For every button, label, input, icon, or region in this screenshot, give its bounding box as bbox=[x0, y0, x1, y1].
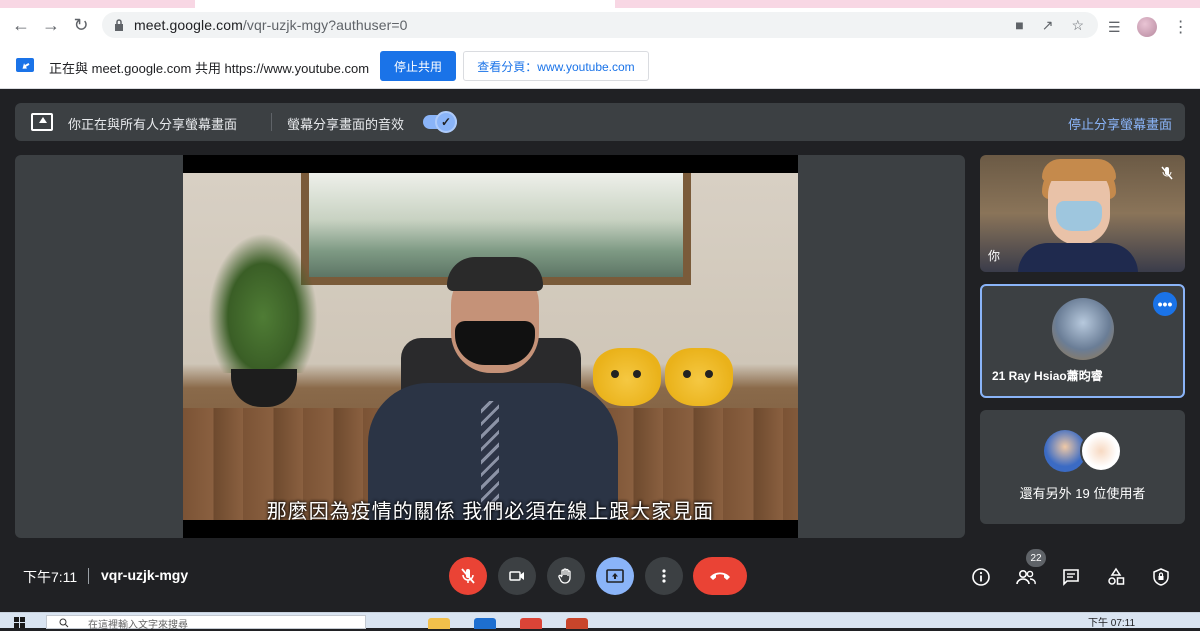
activities-icon bbox=[1108, 567, 1125, 585]
chat-icon bbox=[1063, 569, 1079, 586]
avatar bbox=[1080, 430, 1122, 472]
chrome-icon[interactable] bbox=[520, 618, 542, 629]
self-video-tile[interactable]: 你 bbox=[980, 155, 1185, 272]
stop-presenting-link[interactable]: 停止分享螢幕畫面 bbox=[1068, 114, 1172, 133]
host-controls-icon bbox=[1153, 568, 1169, 586]
share-audio-label: 螢幕分享畫面的音效 bbox=[287, 117, 405, 132]
speaker-hair bbox=[447, 257, 543, 291]
people-icon bbox=[1016, 569, 1036, 585]
file-explorer-icon[interactable] bbox=[428, 618, 450, 629]
tab-sharing-bar: 正在與 meet.google.com 共用 https://www.youtu… bbox=[0, 42, 1200, 89]
leave-call-button[interactable] bbox=[693, 557, 747, 595]
url-text: meet.google.com/vqr-uzjk-mgy?authuser=0 bbox=[134, 17, 408, 33]
checkmark-icon[interactable]: ✓ bbox=[435, 111, 457, 133]
host-controls-button[interactable] bbox=[1150, 566, 1172, 588]
avatar bbox=[1052, 298, 1114, 360]
divider bbox=[88, 568, 89, 584]
present-screen-icon bbox=[31, 113, 53, 131]
meeting-code: vqr-uzjk-mgy bbox=[101, 567, 189, 583]
mic-off-icon bbox=[461, 568, 475, 584]
media-control-icon[interactable]: ☰ bbox=[1108, 19, 1121, 36]
meeting-details-button[interactable] bbox=[970, 566, 992, 588]
url-host: meet.google.com bbox=[134, 17, 243, 33]
people-button[interactable] bbox=[1015, 566, 1037, 588]
self-mask bbox=[1056, 201, 1102, 231]
browser-toolbar: ← → ↻ meet.google.com/vqr-uzjk-mgy?authu… bbox=[0, 8, 1200, 42]
browser-tab-active[interactable] bbox=[195, 0, 615, 8]
edge-icon[interactable] bbox=[474, 618, 496, 629]
url-path: /vqr-uzjk-mgy?authuser=0 bbox=[242, 17, 408, 33]
plant-pot bbox=[231, 369, 297, 407]
back-icon[interactable]: ← bbox=[6, 10, 36, 40]
tiger-plush-right bbox=[665, 348, 733, 406]
address-bar[interactable]: meet.google.com/vqr-uzjk-mgy?authuser=0 … bbox=[102, 12, 1098, 38]
profile-avatar[interactable] bbox=[1136, 17, 1157, 37]
browser-menu-icon[interactable]: ⋮ bbox=[1173, 17, 1189, 37]
divider bbox=[271, 113, 272, 131]
windows-start-icon[interactable] bbox=[14, 617, 26, 629]
taskbar-search-placeholder: 在這裡輸入文字來搜尋 bbox=[88, 620, 188, 631]
shared-video[interactable]: 那麼因為疫情的關係 我們必須在線上跟大家見面 bbox=[183, 155, 798, 538]
stop-sharing-button[interactable]: 停止共用 bbox=[380, 51, 456, 81]
bookmark-star-icon[interactable]: ☆ bbox=[1071, 17, 1084, 34]
speaker-mask bbox=[455, 321, 535, 365]
more-options-button[interactable] bbox=[645, 557, 683, 595]
video-subtitle: 那麼因為疫情的關係 我們必須在線上跟大家見面 bbox=[266, 501, 715, 520]
meet-window: 你正在與所有人分享螢幕畫面 螢幕分享畫面的音效 ✓ 停止分享螢幕畫面 那麼因為疫… bbox=[0, 90, 1200, 612]
camera-in-use-icon[interactable]: ■ bbox=[1015, 17, 1023, 34]
self-body bbox=[1018, 243, 1138, 272]
participant-tile-ray[interactable]: ••• 21 Ray Hsiao蕭昀睿 bbox=[980, 284, 1185, 398]
self-name-label: 你 bbox=[988, 249, 1001, 263]
forward-icon[interactable]: → bbox=[36, 10, 66, 40]
presenting-banner: 你正在與所有人分享螢幕畫面 螢幕分享畫面的音效 ✓ 停止分享螢幕畫面 bbox=[15, 103, 1185, 141]
more-options-icon[interactable]: ••• bbox=[1153, 292, 1177, 316]
camera-toggle-button[interactable] bbox=[498, 557, 536, 595]
search-icon bbox=[59, 618, 69, 628]
participant-count-badge: 22 bbox=[1026, 549, 1046, 567]
chat-button[interactable] bbox=[1060, 566, 1082, 588]
powerpoint-icon[interactable] bbox=[566, 618, 588, 629]
raise-hand-button[interactable] bbox=[547, 557, 585, 595]
sharing-message: 正在與 meet.google.com 共用 https://www.youtu… bbox=[49, 61, 370, 76]
raise-hand-icon bbox=[558, 568, 571, 584]
view-tab-button[interactable]: 查看分頁：www.youtube.com bbox=[463, 51, 649, 81]
meeting-time: 下午7:11 bbox=[23, 569, 78, 585]
present-button[interactable] bbox=[596, 557, 634, 595]
taskbar-clock: 下午 07:11 bbox=[1088, 618, 1136, 629]
others-count-label: 還有另外 19 位使用者 bbox=[1019, 486, 1146, 501]
reload-icon[interactable]: ↻ bbox=[66, 10, 96, 40]
camera-icon bbox=[509, 571, 524, 581]
other-participants-tile[interactable]: 還有另外 19 位使用者 bbox=[980, 410, 1185, 524]
activities-button[interactable] bbox=[1105, 566, 1127, 588]
bonsai-plant bbox=[208, 233, 318, 373]
browser-tabstrip bbox=[0, 0, 1200, 8]
lock-icon bbox=[115, 19, 123, 31]
tiger-plush-left bbox=[593, 348, 661, 406]
self-hair-top bbox=[1042, 159, 1116, 181]
mic-toggle-button[interactable] bbox=[449, 557, 487, 595]
windows-taskbar: 在這裡輸入文字來搜尋 下午 07:11 bbox=[0, 612, 1200, 631]
presenting-text: 你正在與所有人分享螢幕畫面 bbox=[68, 117, 238, 132]
mic-off-icon bbox=[1157, 163, 1177, 183]
info-icon bbox=[972, 568, 990, 586]
presentation-stage: 那麼因為疫情的關係 我們必須在線上跟大家見面 bbox=[15, 155, 965, 538]
end-call-icon bbox=[710, 572, 730, 580]
video-frame: 那麼因為疫情的關係 我們必須在線上跟大家見面 bbox=[183, 173, 798, 520]
share-page-icon[interactable]: ↗ bbox=[1042, 17, 1054, 34]
participant-name: 21 Ray Hsiao蕭昀睿 bbox=[992, 369, 1103, 383]
present-icon bbox=[606, 569, 624, 583]
more-options-icon bbox=[662, 569, 666, 583]
screen-share-icon bbox=[16, 58, 34, 72]
